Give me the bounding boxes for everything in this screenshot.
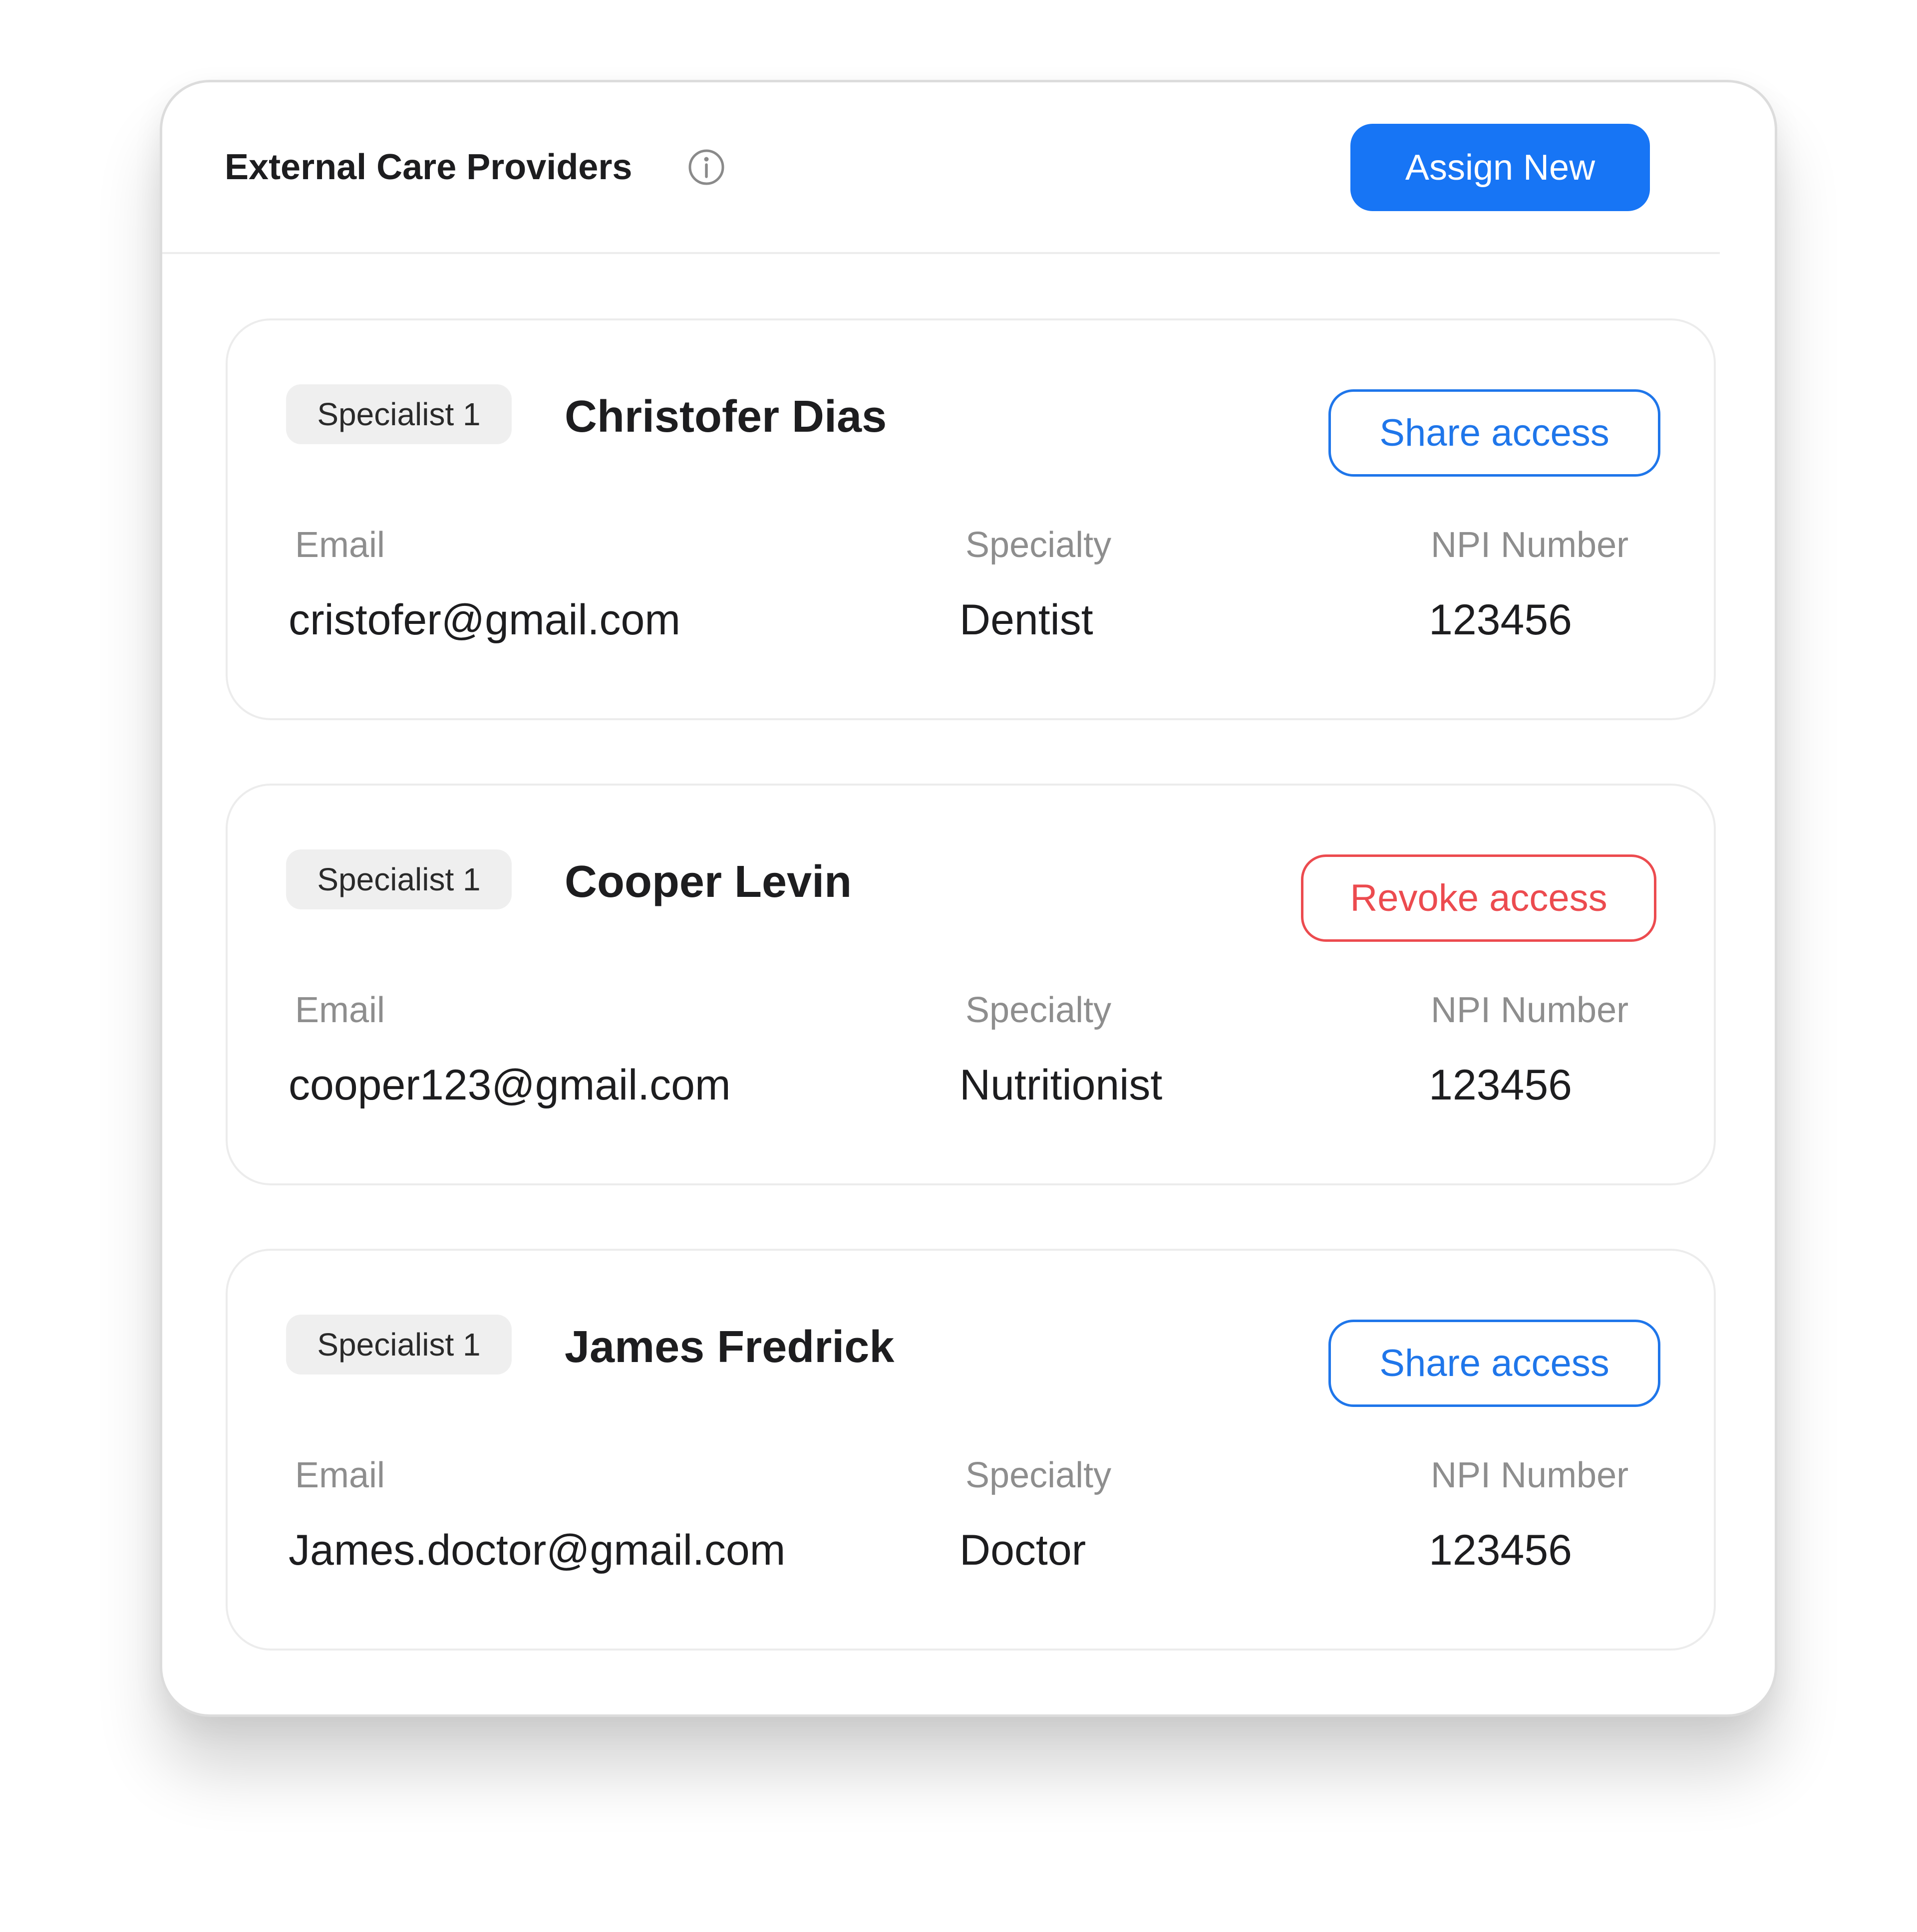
panel-header: External Care Providers Assign New: [162, 82, 1775, 255]
npi-label: NPI Number: [1431, 1455, 1629, 1495]
provider-name: Cooper Levin: [565, 856, 852, 907]
provider-name: James Fredrick: [565, 1322, 895, 1372]
provider-name: Christofer Dias: [565, 391, 887, 442]
provider-card: Specialist 1 Cooper Levin Revoke access …: [226, 784, 1716, 1185]
specialty-value: Doctor: [959, 1526, 1086, 1574]
specialty-value: Nutritionist: [959, 1061, 1163, 1109]
info-icon[interactable]: [686, 147, 726, 187]
specialty-value: Dentist: [959, 595, 1093, 644]
provider-card: Specialist 1 James Fredrick Share access…: [226, 1249, 1716, 1651]
email-label: Email: [295, 525, 385, 565]
share-access-button[interactable]: Share access: [1328, 389, 1660, 477]
npi-label: NPI Number: [1431, 990, 1629, 1030]
assign-new-button[interactable]: Assign New: [1350, 124, 1650, 211]
specialty-label: Specialty: [965, 1455, 1112, 1495]
email-value: cristofer@gmail.com: [289, 595, 681, 644]
email-label: Email: [295, 990, 385, 1030]
npi-value: 123456: [1429, 1526, 1572, 1574]
revoke-access-button[interactable]: Revoke access: [1301, 854, 1656, 942]
specialist-badge: Specialist 1: [286, 384, 512, 444]
npi-label: NPI Number: [1431, 525, 1629, 565]
npi-value: 123456: [1429, 1061, 1572, 1109]
external-care-providers-panel: External Care Providers Assign New Speci…: [160, 80, 1777, 1717]
share-access-button[interactable]: Share access: [1328, 1320, 1660, 1407]
npi-value: 123456: [1429, 595, 1572, 644]
specialty-label: Specialty: [965, 525, 1112, 565]
page-title: External Care Providers: [225, 147, 633, 187]
specialist-badge: Specialist 1: [286, 849, 512, 909]
header-divider: [162, 252, 1720, 254]
specialty-label: Specialty: [965, 990, 1112, 1030]
email-value: cooper123@gmail.com: [289, 1061, 731, 1109]
email-value: James.doctor@gmail.com: [289, 1526, 786, 1574]
provider-card: Specialist 1 Christofer Dias Share acces…: [226, 318, 1716, 720]
specialist-badge: Specialist 1: [286, 1315, 512, 1375]
email-label: Email: [295, 1455, 385, 1495]
